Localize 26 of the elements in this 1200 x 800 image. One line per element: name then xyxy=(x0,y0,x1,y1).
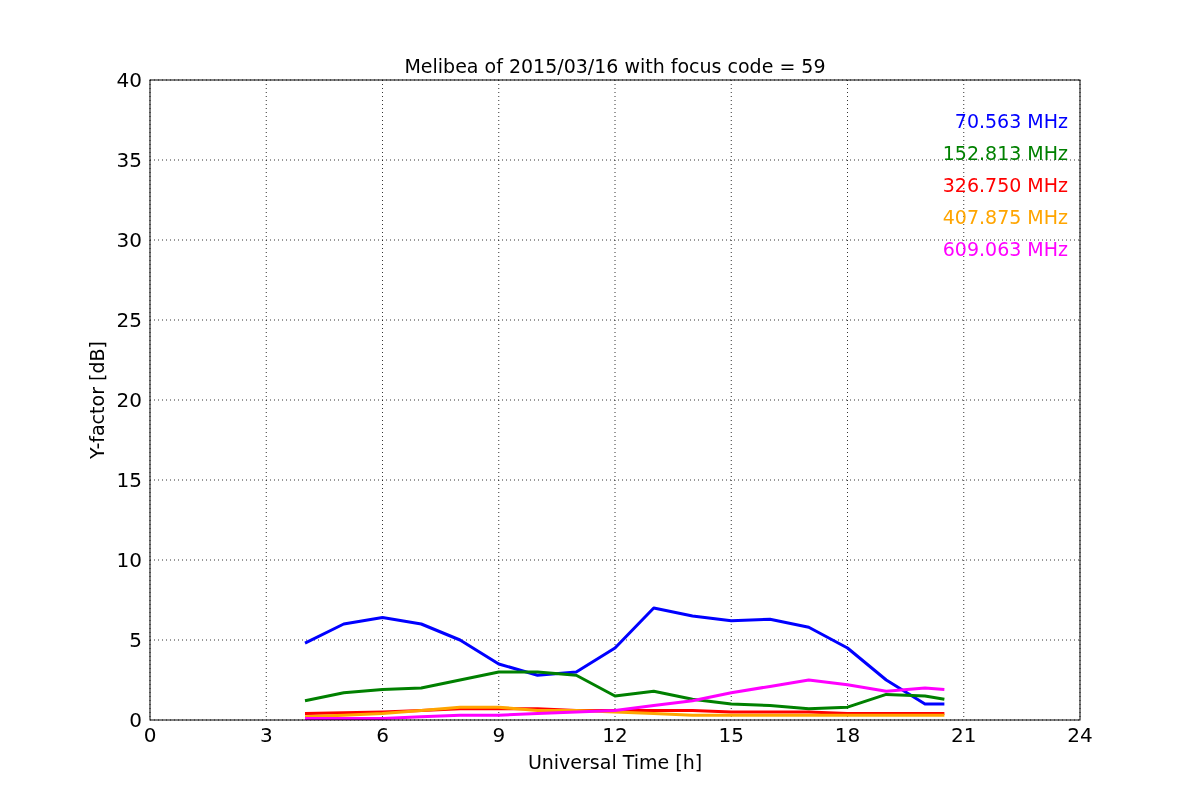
y-tick-label: 40 xyxy=(116,68,142,92)
legend-label: 152.813 MHz xyxy=(942,142,1068,164)
x-tick-label: 15 xyxy=(718,723,744,747)
x-tick-label: 9 xyxy=(492,723,506,747)
x-tick-label: 18 xyxy=(834,723,861,747)
y-tick-label: 30 xyxy=(116,228,142,252)
legend-label: 70.563 MHz xyxy=(954,110,1068,132)
legend-label: 407.875 MHz xyxy=(942,206,1068,228)
y-tick-label: 5 xyxy=(129,628,142,652)
x-tick-label: 24 xyxy=(1067,723,1093,747)
y-tick-label: 15 xyxy=(116,468,142,492)
x-tick-label: 6 xyxy=(376,723,389,747)
y-tick-label: 25 xyxy=(116,308,142,332)
y-tick-label: 0 xyxy=(129,708,142,732)
legend-label: 326.750 MHz xyxy=(942,174,1068,196)
legend-label: 609.063 MHz xyxy=(942,238,1068,260)
y-axis-label: Y-factor [dB] xyxy=(86,341,108,459)
x-axis-label: Universal Time [h] xyxy=(527,751,703,773)
x-tick-label: 21 xyxy=(951,723,977,747)
y-tick-label: 20 xyxy=(116,388,142,412)
y-tick-label: 10 xyxy=(116,548,142,572)
chart-title: Melibea of 2015/03/16 with focus code = 59 xyxy=(404,55,826,77)
x-tick-label: 0 xyxy=(143,723,157,747)
y-tick-label: 35 xyxy=(116,148,142,172)
x-tick-label: 12 xyxy=(602,723,628,747)
x-tick-label: 3 xyxy=(259,723,273,747)
